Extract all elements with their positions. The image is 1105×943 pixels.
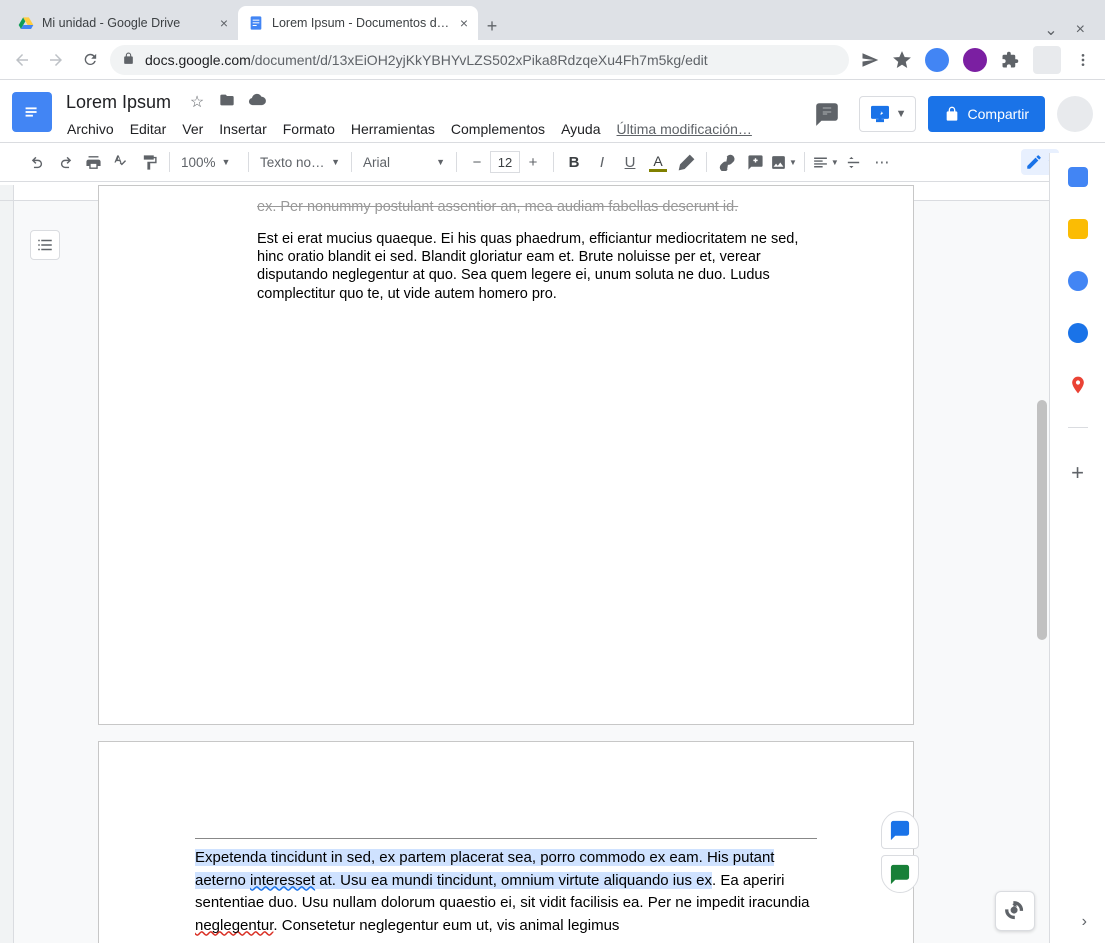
doc-text: Expetenda tincidunt in sed, ex partem pl… bbox=[195, 847, 817, 937]
doc-text: Est ei erat mucius quaeque. Ei his quas … bbox=[257, 230, 817, 303]
menu-bar: Archivo Editar Ver Insertar Formato Herr… bbox=[60, 116, 799, 142]
translate-ext-icon[interactable] bbox=[925, 48, 949, 72]
paragraph-style-select[interactable]: Texto norm…▼ bbox=[256, 155, 344, 170]
menu-ayuda[interactable]: Ayuda bbox=[554, 117, 607, 141]
add-comment-fab[interactable] bbox=[881, 811, 919, 849]
align-button[interactable]: ▼ bbox=[812, 149, 839, 175]
font-size-increase[interactable]: + bbox=[520, 149, 546, 175]
new-tab-button[interactable]: + bbox=[478, 12, 506, 40]
extensions-icon[interactable] bbox=[1001, 51, 1019, 69]
star-icon[interactable]: ☆ bbox=[187, 92, 207, 112]
add-app-button[interactable]: + bbox=[1071, 460, 1084, 486]
calendar-app-icon[interactable] bbox=[1068, 167, 1088, 187]
menu-ver[interactable]: Ver bbox=[175, 117, 210, 141]
lock-icon bbox=[122, 52, 135, 68]
present-button[interactable]: ▼ bbox=[859, 96, 916, 132]
doc-title[interactable]: Lorem Ipsum bbox=[60, 90, 177, 115]
zoom-select[interactable]: 100%▼ bbox=[177, 155, 241, 170]
tab-close-icon[interactable]: × bbox=[460, 15, 468, 31]
menu-formato[interactable]: Formato bbox=[276, 117, 342, 141]
menu-complementos[interactable]: Complementos bbox=[444, 117, 552, 141]
move-icon[interactable] bbox=[217, 92, 237, 113]
vertical-scrollbar[interactable] bbox=[1036, 200, 1048, 700]
bookmark-star-icon[interactable] bbox=[893, 51, 911, 69]
maps-app-icon[interactable] bbox=[1068, 375, 1088, 395]
side-panel-collapse-icon[interactable]: › bbox=[1082, 913, 1087, 931]
menu-archivo[interactable]: Archivo bbox=[60, 117, 121, 141]
share-label: Compartir bbox=[968, 106, 1029, 122]
paint-format-button[interactable] bbox=[136, 149, 162, 175]
browser-tab-docs[interactable]: Lorem Ipsum - Documentos de Google × bbox=[238, 6, 478, 40]
browser-menu-icon[interactable] bbox=[1075, 52, 1091, 68]
spellcheck-button[interactable] bbox=[108, 149, 134, 175]
chevron-down-icon: ▼ bbox=[892, 108, 911, 120]
window-close-icon[interactable]: × bbox=[1076, 21, 1085, 39]
browser-tab-drive[interactable]: Mi unidad - Google Drive × bbox=[8, 6, 238, 40]
document-page-1[interactable]: ex. Per nonummy postulant assentior an, … bbox=[98, 185, 914, 725]
undo-button[interactable] bbox=[24, 149, 50, 175]
nav-reload-button[interactable] bbox=[76, 46, 104, 74]
profile-chip[interactable] bbox=[1033, 46, 1061, 74]
share-button[interactable]: Compartir bbox=[928, 96, 1045, 132]
account-avatar[interactable] bbox=[1057, 96, 1093, 132]
tasks-app-icon[interactable] bbox=[1068, 271, 1088, 291]
print-button[interactable] bbox=[80, 149, 106, 175]
document-canvas: 2112345678910111213141516171819 ex. Per … bbox=[0, 185, 1049, 943]
explore-button[interactable] bbox=[995, 891, 1035, 931]
comment-fab-group bbox=[881, 811, 919, 893]
toolbar: 100%▼ Texto norm…▼ Arial▼ − + B I U A ▼ … bbox=[0, 142, 1105, 182]
docs-logo-icon[interactable] bbox=[12, 92, 52, 132]
ext-icon-2[interactable] bbox=[963, 48, 987, 72]
doc-text: ex. Per nonummy postulant assentior an, … bbox=[257, 198, 817, 216]
font-size-input[interactable] bbox=[490, 151, 520, 173]
chevron-down-icon[interactable]: ⌄ bbox=[1044, 20, 1057, 40]
menu-editar[interactable]: Editar bbox=[123, 117, 174, 141]
last-modification-link[interactable]: Última modificación… bbox=[610, 117, 759, 141]
underline-button[interactable]: U bbox=[617, 149, 643, 175]
contacts-app-icon[interactable] bbox=[1068, 323, 1088, 343]
tab-close-icon[interactable]: × bbox=[220, 15, 228, 31]
highlight-color-button[interactable] bbox=[673, 149, 699, 175]
outline-toggle-button[interactable] bbox=[30, 230, 60, 260]
menu-herramientas[interactable]: Herramientas bbox=[344, 117, 442, 141]
horizontal-rule bbox=[195, 838, 817, 839]
url-text: docs.google.com/document/d/13xEiOH2yjKkY… bbox=[145, 52, 708, 68]
keep-app-icon[interactable] bbox=[1068, 219, 1088, 239]
nav-forward-button[interactable] bbox=[42, 46, 70, 74]
docs-header: Lorem Ipsum ☆ Archivo Editar Ver Inserta… bbox=[0, 80, 1105, 142]
send-tab-icon[interactable] bbox=[861, 51, 879, 69]
tab-title: Lorem Ipsum - Documentos de Google bbox=[272, 16, 452, 30]
cloud-status-icon[interactable] bbox=[247, 91, 267, 114]
redo-button[interactable] bbox=[52, 149, 78, 175]
browser-tab-strip: Mi unidad - Google Drive × Lorem Ipsum -… bbox=[0, 0, 1105, 40]
font-size-decrease[interactable]: − bbox=[464, 149, 490, 175]
drive-favicon-icon bbox=[18, 15, 34, 31]
omnibox[interactable]: docs.google.com/document/d/13xEiOH2yjKkY… bbox=[110, 45, 849, 75]
line-spacing-button[interactable] bbox=[841, 149, 867, 175]
more-button[interactable]: ⋯ bbox=[869, 149, 895, 175]
bold-button[interactable]: B bbox=[561, 149, 587, 175]
text-color-button[interactable]: A bbox=[645, 149, 671, 175]
suggest-edit-fab[interactable] bbox=[881, 855, 919, 893]
side-panel: + › bbox=[1049, 153, 1105, 943]
address-actions bbox=[855, 46, 1097, 74]
insert-image-button[interactable]: ▼ bbox=[770, 149, 797, 175]
menu-insertar[interactable]: Insertar bbox=[212, 117, 273, 141]
address-bar: docs.google.com/document/d/13xEiOH2yjKkY… bbox=[0, 40, 1105, 80]
document-page-2[interactable]: Expetenda tincidunt in sed, ex partem pl… bbox=[98, 741, 914, 943]
window-controls: ⌄ × bbox=[1044, 20, 1097, 40]
nav-back-button[interactable] bbox=[8, 46, 36, 74]
tab-title: Mi unidad - Google Drive bbox=[42, 16, 212, 30]
insert-link-button[interactable] bbox=[714, 149, 740, 175]
insert-comment-button[interactable] bbox=[742, 149, 768, 175]
italic-button[interactable]: I bbox=[589, 149, 615, 175]
font-select[interactable]: Arial▼ bbox=[359, 155, 449, 170]
comment-history-button[interactable] bbox=[807, 94, 847, 134]
docs-favicon-icon bbox=[248, 15, 264, 31]
vertical-ruler[interactable] bbox=[0, 201, 14, 943]
